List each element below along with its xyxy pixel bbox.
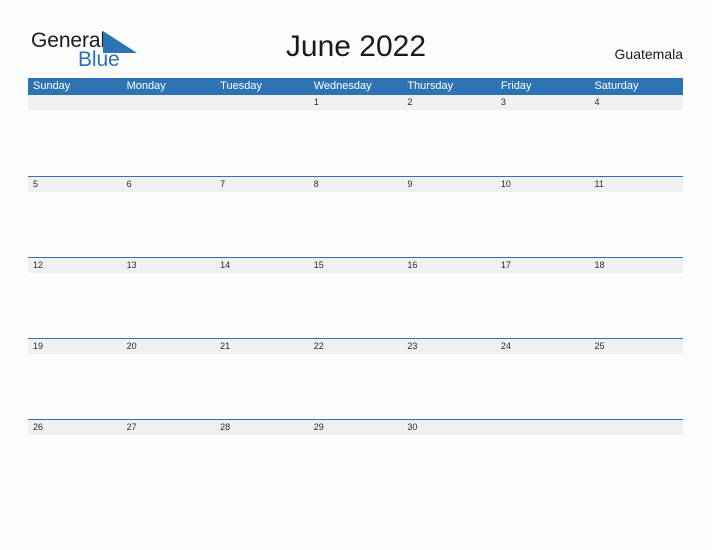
day-cell[interactable]: 6 [122,177,216,192]
week-row: 1 2 3 4 [28,95,683,176]
country-label: Guatemala [614,46,683,62]
weekday-header-friday: Friday [500,80,532,92]
day-cell[interactable]: 13 [122,258,216,273]
day-cell[interactable]: 22 [309,339,403,354]
week-row: 5 6 7 8 9 10 11 [28,176,683,257]
week-event-area[interactable] [28,435,683,500]
day-cell[interactable] [496,420,590,435]
day-cell[interactable]: 11 [589,177,683,192]
week-event-area[interactable] [28,273,683,338]
weekday-header-saturday: Saturday [594,80,639,92]
week-row: 12 13 14 15 16 17 18 [28,257,683,338]
weekday-header-monday: Monday [126,80,166,92]
day-cell[interactable]: 7 [215,177,309,192]
weekday-header-wednesday: Wednesday [313,80,372,92]
day-cell[interactable]: 23 [402,339,496,354]
day-cell[interactable]: 15 [309,258,403,273]
day-cell[interactable]: 12 [28,258,122,273]
day-number-band: 19 20 21 22 23 24 25 [28,338,683,354]
calendar-grid: Sunday Monday Tuesday Wednesday Thursday… [28,78,683,500]
day-cell[interactable] [122,95,216,110]
day-cell[interactable]: 27 [122,420,216,435]
day-cell[interactable] [215,95,309,110]
week-event-area[interactable] [28,110,683,175]
day-cell[interactable]: 29 [309,420,403,435]
week-row: 26 27 28 29 30 [28,419,683,500]
week-row: 19 20 21 22 23 24 25 [28,338,683,419]
day-cell[interactable]: 30 [402,420,496,435]
day-cell[interactable]: 4 [589,95,683,110]
weekday-header-tuesday: Tuesday [220,80,262,92]
day-cell[interactable]: 17 [496,258,590,273]
page-header: General Blue June 2022 Guatemala [0,0,712,78]
day-cell[interactable]: 20 [122,339,216,354]
week-event-area[interactable] [28,192,683,257]
day-number-band: 26 27 28 29 30 [28,419,683,435]
day-cell[interactable]: 2 [402,95,496,110]
day-cell[interactable]: 10 [496,177,590,192]
day-cell[interactable]: 25 [589,339,683,354]
day-cell[interactable]: 9 [402,177,496,192]
day-cell[interactable]: 24 [496,339,590,354]
day-number-band: 5 6 7 8 9 10 11 [28,176,683,192]
day-cell[interactable]: 14 [215,258,309,273]
day-cell[interactable]: 19 [28,339,122,354]
weekday-header-sunday: Sunday [33,80,71,92]
calendar-page: General Blue June 2022 Guatemala Sunday … [0,0,712,550]
day-cell[interactable]: 16 [402,258,496,273]
day-cell[interactable] [589,420,683,435]
day-cell[interactable] [28,95,122,110]
day-cell[interactable]: 8 [309,177,403,192]
day-number-band: 12 13 14 15 16 17 18 [28,257,683,273]
day-cell[interactable]: 3 [496,95,590,110]
weekday-header-thursday: Thursday [407,80,454,92]
week-event-area[interactable] [28,354,683,419]
weekday-header-row: Sunday Monday Tuesday Wednesday Thursday… [28,78,683,95]
page-title: June 2022 [285,30,427,63]
day-cell[interactable]: 28 [215,420,309,435]
day-number-band: 1 2 3 4 [28,95,683,110]
day-cell[interactable]: 18 [589,258,683,273]
day-cell[interactable]: 21 [215,339,309,354]
day-cell[interactable]: 5 [28,177,122,192]
day-cell[interactable]: 26 [28,420,122,435]
day-cell[interactable]: 1 [309,95,403,110]
